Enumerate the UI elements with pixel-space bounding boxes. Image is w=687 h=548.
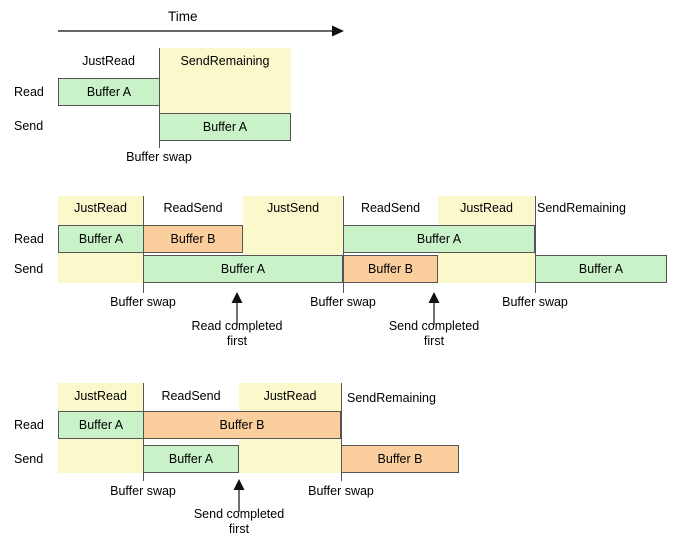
send-bar-buffer-a-1: Buffer A [143, 255, 343, 283]
phase-label-just-read-2: JustRead [263, 389, 317, 403]
time-axis-label: Time [168, 9, 198, 24]
row-label-read: Read [14, 85, 44, 99]
annotation-line-2: first [226, 334, 248, 348]
row-label-send: Send [14, 119, 44, 133]
phase-label-just-read-1: JustRead [74, 201, 127, 215]
phase-label-just-read: JustRead [82, 54, 135, 68]
annotation-line-1: Send completed [193, 507, 285, 521]
diagram-canvas: Time JustRead SendRemaining Read Send Bu… [0, 0, 687, 548]
read-bar-buffer-a: Buffer A [58, 411, 144, 439]
read-bar-buffer-a-1: Buffer A [58, 225, 144, 253]
phase-label-send-remaining: SendRemaining [180, 54, 270, 68]
swap-caption-2: Buffer swap [308, 484, 374, 498]
annotation-line-2: first [423, 334, 445, 348]
phase-label-just-read-1: JustRead [74, 389, 127, 403]
send-bar-buffer-b: Buffer B [343, 255, 438, 283]
phase-label-send-remaining: SendRemaining [537, 201, 626, 215]
phase-label-just-send: JustSend [266, 201, 320, 215]
row-label-send: Send [14, 452, 44, 466]
read-bar-buffer-a-2: Buffer A [343, 225, 535, 253]
swap-caption-3: Buffer swap [502, 295, 568, 309]
read-bar-buffer-a: Buffer A [58, 78, 160, 106]
annotation-read-completed-first: Read completed first [157, 319, 317, 349]
swap-tick-2 [343, 196, 344, 293]
swap-tick-1 [143, 196, 144, 293]
swap-caption: Buffer swap [126, 150, 192, 164]
send-bar-buffer-b: Buffer B [341, 445, 459, 473]
send-bar-buffer-a-2: Buffer A [535, 255, 667, 283]
phase-label-read-send-1: ReadSend [163, 201, 223, 215]
annotation-line-1: Send completed [388, 319, 480, 333]
annotation-send-completed-first: Send completed first [159, 507, 319, 537]
read-bar-buffer-b: Buffer B [143, 225, 243, 253]
phase-label-just-read-2: JustRead [460, 201, 513, 215]
annotation-line-2: first [228, 522, 250, 536]
swap-tick-1 [143, 383, 144, 481]
swap-caption-1: Buffer swap [110, 484, 176, 498]
send-bar-buffer-a: Buffer A [159, 113, 291, 141]
annotation-line-1: Read completed [191, 319, 283, 333]
phase-label-read-send: ReadSend [161, 389, 221, 403]
swap-caption-2: Buffer swap [310, 295, 376, 309]
swap-tick-3 [535, 196, 536, 293]
row-label-read: Read [14, 418, 44, 432]
phase-label-read-send-2: ReadSend [360, 201, 421, 215]
send-bar-buffer-a: Buffer A [143, 445, 239, 473]
read-bar-buffer-b: Buffer B [143, 411, 341, 439]
time-arrow [58, 25, 344, 37]
phase-label-send-remaining: SendRemaining [347, 391, 436, 405]
swap-tick [159, 48, 160, 148]
annotation-send-completed-first: Send completed first [354, 319, 514, 349]
row-label-read: Read [14, 232, 44, 246]
swap-tick-2 [341, 383, 342, 481]
swap-caption-1: Buffer swap [110, 295, 176, 309]
row-label-send: Send [14, 262, 44, 276]
